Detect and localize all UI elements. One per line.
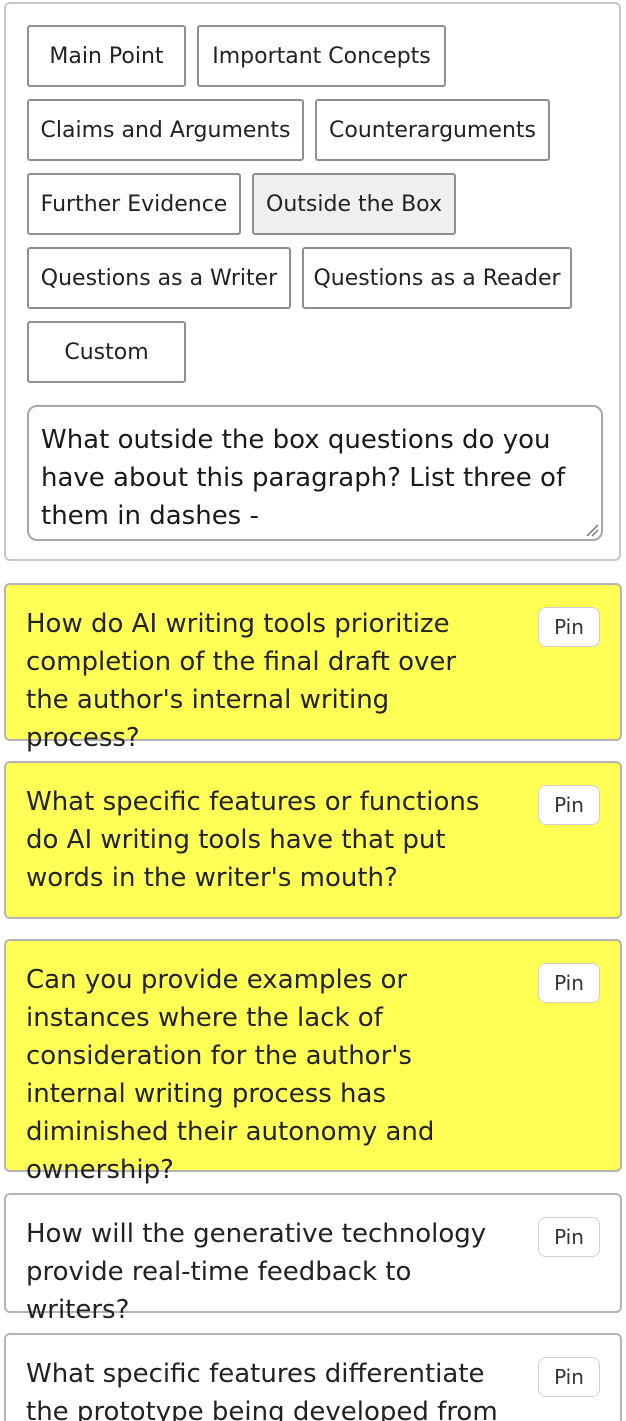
chip-outside-the-box[interactable]: Outside the Box — [252, 173, 456, 235]
result-card: How will the generative technology provi… — [4, 1193, 622, 1325]
result-text: What specific features differentiate the… — [26, 1359, 498, 1421]
prompt-panel: Main Point Important Concepts Claims and… — [4, 2, 621, 561]
pin-button[interactable]: Pin — [538, 785, 600, 825]
chip-questions-as-a-reader[interactable]: Questions as a Reader — [302, 247, 572, 309]
chip-questions-as-a-writer[interactable]: Questions as a Writer — [27, 247, 291, 309]
result-text: How will the generative technology provi… — [26, 1219, 487, 1325]
chip-further-evidence[interactable]: Further Evidence — [27, 173, 241, 235]
pin-button[interactable]: Pin — [538, 1217, 600, 1257]
chip-counterarguments[interactable]: Counterarguments — [315, 99, 550, 161]
chip-important-concepts[interactable]: Important Concepts — [197, 25, 446, 87]
resize-grip-icon[interactable] — [585, 523, 599, 537]
result-card: Can you provide examples or instances wh… — [4, 939, 622, 1185]
pin-button[interactable]: Pin — [538, 1357, 600, 1397]
page: Main Point Important Concepts Claims and… — [0, 0, 626, 1421]
pin-button[interactable]: Pin — [538, 607, 600, 647]
result-card: How do AI writing tools prioritize compl… — [4, 583, 622, 753]
result-card: What specific features or functions do A… — [4, 761, 622, 919]
result-text: Can you provide examples or instances wh… — [26, 965, 435, 1185]
result-text: How do AI writing tools prioritize compl… — [26, 609, 457, 753]
chip-custom[interactable]: Custom — [27, 321, 186, 383]
pin-button[interactable]: Pin — [538, 963, 600, 1003]
prompt-text: What outside the box questions do you ha… — [41, 425, 566, 531]
chip-claims-and-arguments[interactable]: Claims and Arguments — [27, 99, 304, 161]
prompt-textarea[interactable]: What outside the box questions do you ha… — [27, 405, 603, 541]
chip-main-point[interactable]: Main Point — [27, 25, 186, 87]
result-card: What specific features differentiate the… — [4, 1333, 622, 1421]
result-text: What specific features or functions do A… — [26, 787, 480, 893]
